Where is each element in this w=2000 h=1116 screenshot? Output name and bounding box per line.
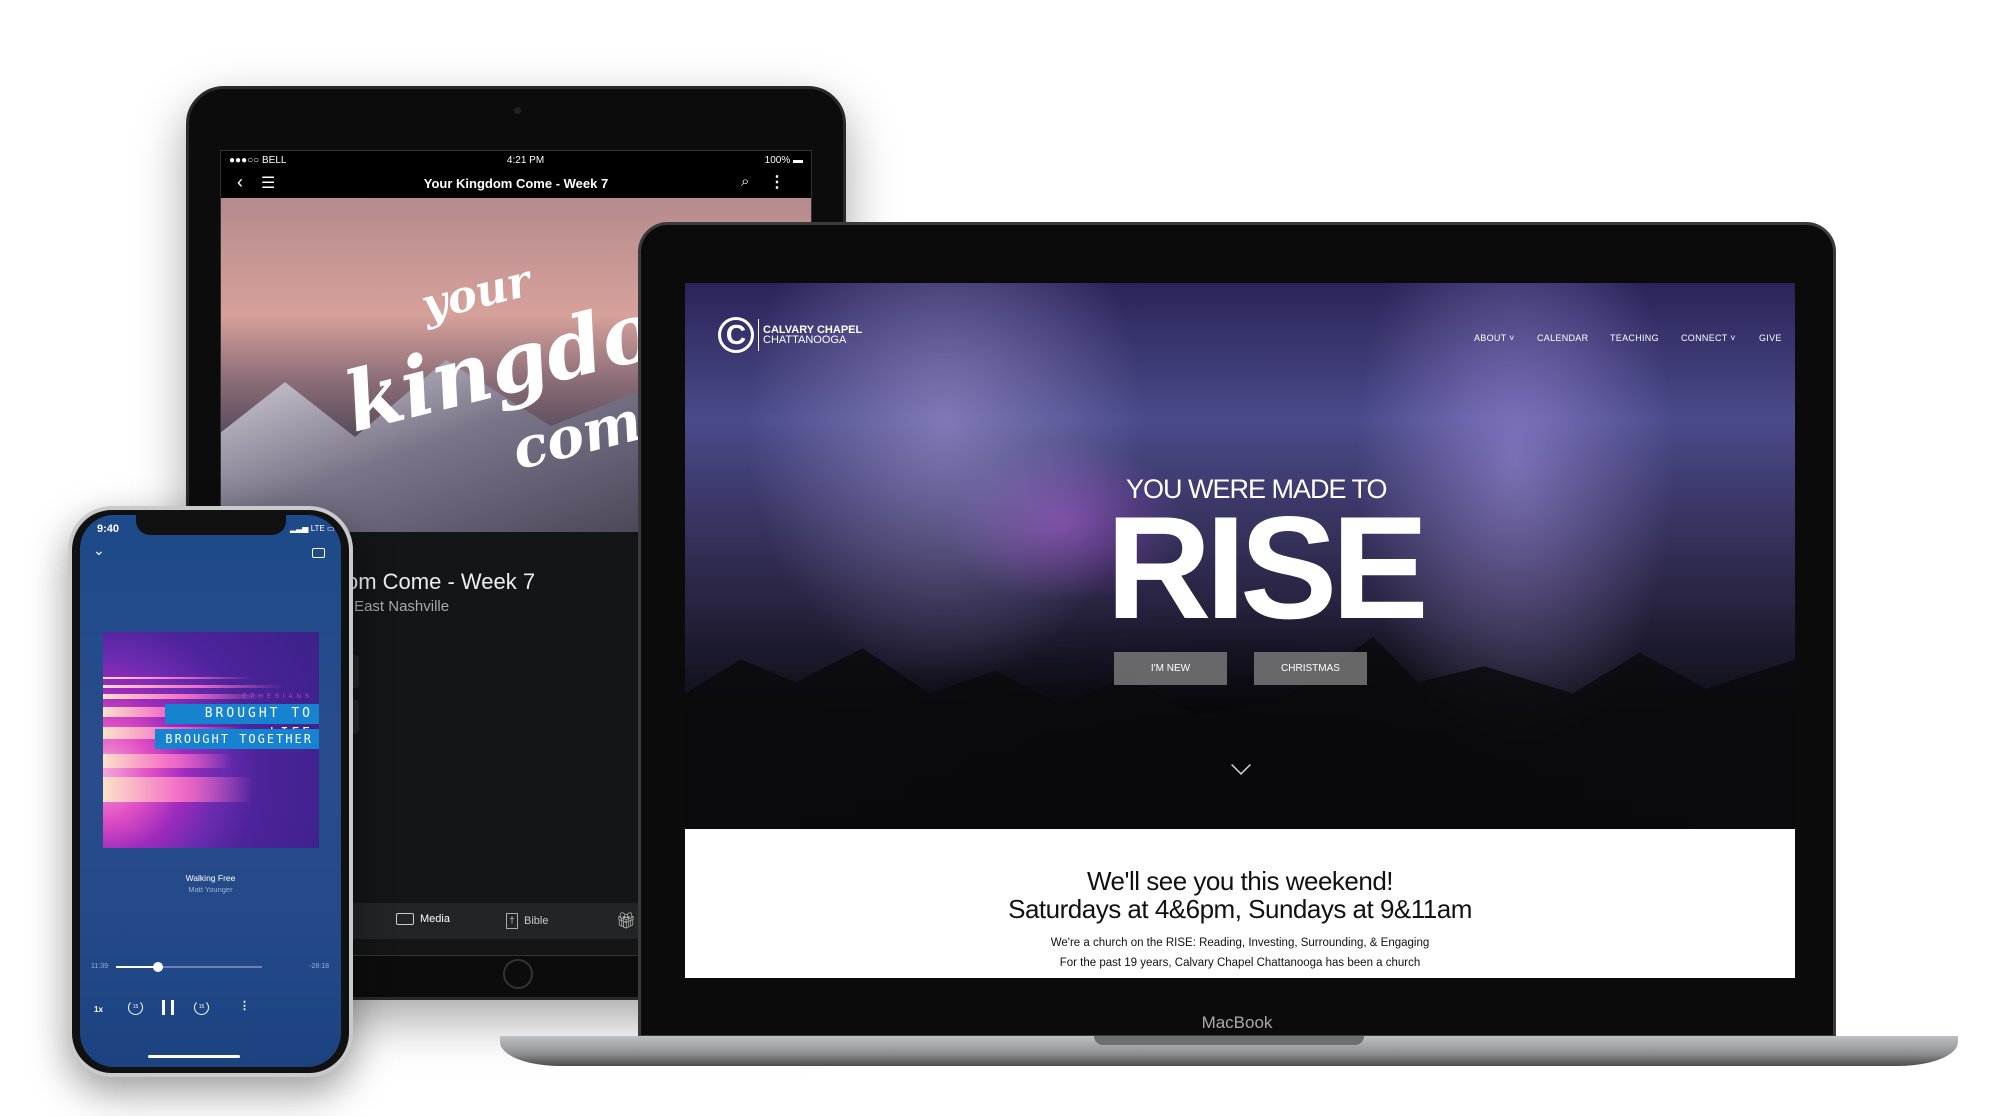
phone-device: 9:40 ▂▃▅ LTE ▭ ⌄ EPHESIANS BROUGHT TO LI… <box>68 506 353 1077</box>
christmas-button[interactable]: CHRISTMAS <box>1254 652 1367 685</box>
phone-screen: 9:40 ▂▃▅ LTE ▭ ⌄ EPHESIANS BROUGHT TO LI… <box>80 515 341 1067</box>
hero-section: C CALVARY CHAPEL CHATTANOOGA ABOUT ˅ CAL… <box>685 283 1795 829</box>
chevron-down-icon[interactable]: ⌄ <box>93 542 105 559</box>
carrier-label: ●●●○○ BELL <box>229 154 287 166</box>
progress-fill <box>116 966 159 968</box>
tab-bible[interactable]: † Bible <box>506 913 548 929</box>
tv-icon <box>396 913 414 925</box>
macbook-label: MacBook <box>1201 1013 1273 1032</box>
chevron-down-icon: ˅ <box>1509 333 1515 343</box>
more-icon[interactable]: ⋮ <box>769 172 785 192</box>
im-new-button[interactable]: I'M NEW <box>1114 652 1227 685</box>
logo-c-icon: C <box>718 317 754 353</box>
sermon-title: om Come - Week 7 <box>346 569 536 594</box>
hero-headline: RISE <box>1106 486 1429 649</box>
album-artwork: EPHESIANS BROUGHT TO LIFE BROUGHT TOGETH… <box>103 632 319 848</box>
website-screen: C CALVARY CHAPEL CHATTANOOGA ABOUT ˅ CAL… <box>685 283 1795 978</box>
nav-teaching[interactable]: TEACHING <box>1610 333 1659 343</box>
track-title: Walking Free <box>185 873 236 883</box>
welcome-section: We'll see you this weekend! Saturdays at… <box>685 829 1795 978</box>
elapsed-time: 11:39 <box>91 963 108 970</box>
track-artist: Matt Younger <box>188 885 233 894</box>
status-bar: ●●●○○ BELL 4:21 PM 100% ▬ <box>221 151 811 169</box>
gift-icon: 🎁︎ <box>616 913 637 930</box>
pause-icon[interactable] <box>162 1000 174 1015</box>
nav-give[interactable]: GIVE <box>1759 333 1782 343</box>
time-label: 4:21 PM <box>506 154 545 166</box>
welcome-text: For the past 19 years, Calvary Chapel Ch… <box>1059 957 1421 969</box>
sermon-subtitle: | East Nashville <box>346 598 450 615</box>
bible-icon: † <box>506 913 518 929</box>
home-indicator[interactable] <box>148 1055 240 1058</box>
progress-slider[interactable] <box>116 962 262 972</box>
skip-back-icon[interactable]: 15 <box>128 1000 143 1015</box>
signal-indicator: ▂▃▅ LTE ▭ <box>290 524 335 533</box>
site-logo[interactable]: C CALVARY CHAPEL CHATTANOOGA <box>718 317 862 353</box>
playback-speed-button[interactable]: 1x <box>94 1005 103 1014</box>
home-button[interactable] <box>503 959 533 989</box>
front-camera <box>514 107 521 114</box>
nav-calendar[interactable]: CALENDAR <box>1537 333 1588 343</box>
album-subtitle: BROUGHT TOGETHER <box>155 729 319 749</box>
nav-connect[interactable]: CONNECT ˅ <box>1681 333 1736 343</box>
battery-indicator: 100% ▬ <box>764 154 803 166</box>
nav-about[interactable]: ABOUT ˅ <box>1474 333 1515 343</box>
notch <box>136 515 286 535</box>
skip-forward-icon[interactable]: 15 <box>194 1000 209 1015</box>
progress-handle[interactable] <box>153 962 164 972</box>
welcome-heading: We'll see you this weekend! <box>1086 866 1394 896</box>
tab-media[interactable]: Media <box>396 913 450 925</box>
album-series: EPHESIANS <box>242 694 313 700</box>
laptop-base <box>500 1036 1958 1066</box>
nav-title: Your Kingdom Come - Week 7 <box>423 176 609 191</box>
album-title: BROUGHT TO LIFE <box>165 704 319 741</box>
welcome-text: We're a church on the RISE: Reading, Inv… <box>1050 937 1430 949</box>
more-icon[interactable]: ⋮ <box>239 999 250 1012</box>
time-label: 9:40 <box>97 523 120 535</box>
remaining-time: -28:18 <box>309 963 329 970</box>
search-icon[interactable]: ⌕ <box>741 173 749 190</box>
chevron-down-icon: ˅ <box>1730 333 1736 343</box>
airplay-icon[interactable] <box>312 548 325 558</box>
nav-bar: ‹ ☰ Your Kingdom Come - Week 7 ⌕ ⋮ <box>221 169 811 198</box>
service-times: Saturdays at 4&6pm, Sundays at 9&11am <box>1008 894 1472 924</box>
